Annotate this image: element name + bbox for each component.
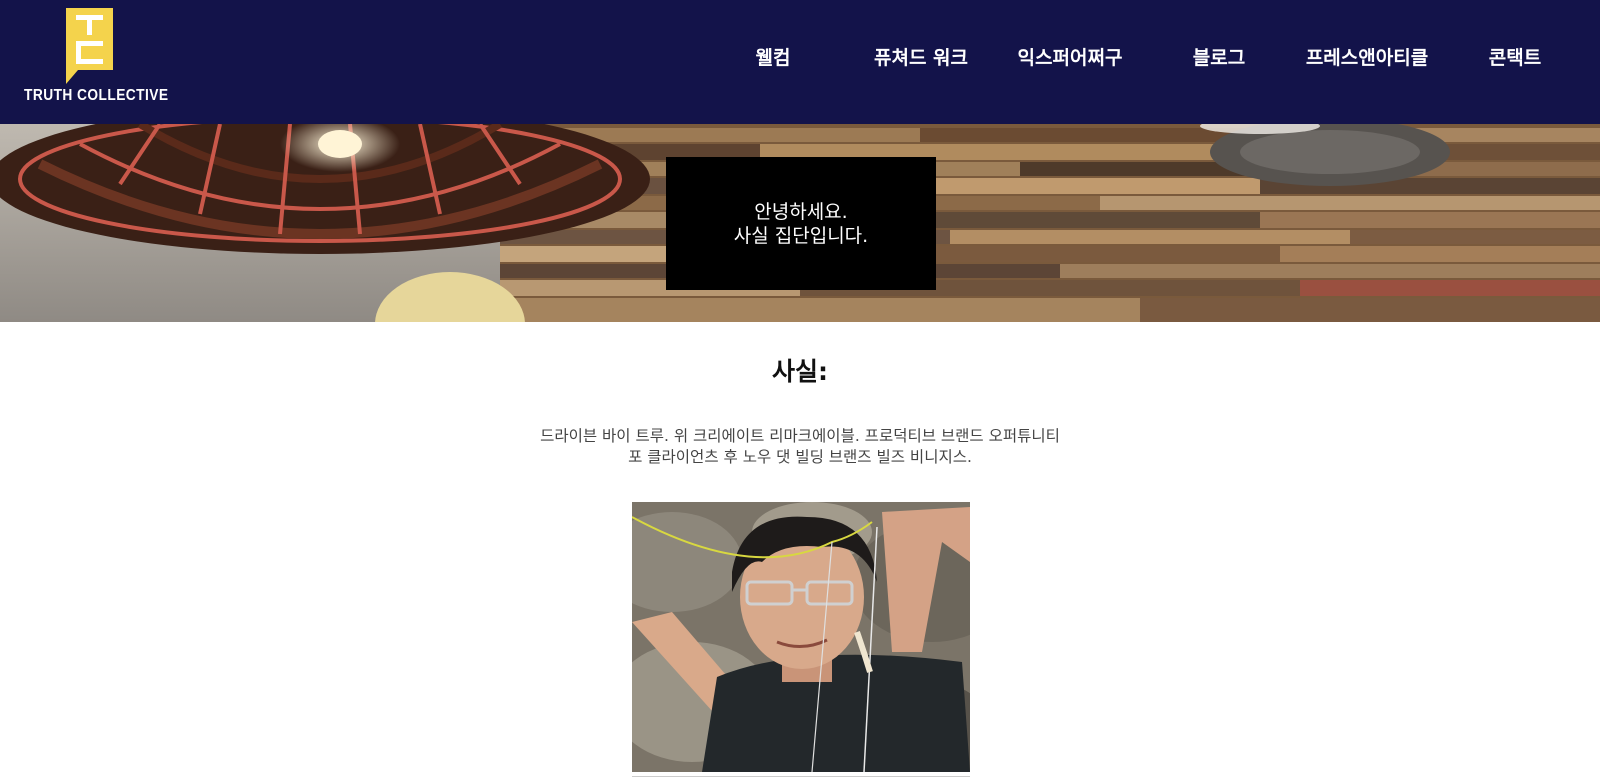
hero-greeting-line-1: 안녕하세요. (754, 200, 848, 223)
description-line-1: 드라이븐 바이 트루. 위 크리에이트 리마크에이블. 프로덕티브 브랜드 오퍼… (540, 427, 1060, 445)
hero-greeting-box: 안녕하세요. 사실 집단입니다. (666, 157, 936, 290)
main-nav: 웰컴 퓨쳐드 워크 익스퍼어쩌구 블로그 프레스앤아티클 콘택트 (0, 40, 1600, 76)
section-title: 사실: (772, 357, 828, 386)
hero-banner: 안녕하세요. 사실 집단입니다. (0, 124, 1600, 322)
description-line-2: 포 클라이언츠 후 노우 댓 빌딩 브랜즈 빌즈 비니지스. (628, 448, 972, 466)
photo-divider (632, 776, 970, 777)
nav-item-expertise[interactable]: 익스퍼어쩌구 (1012, 40, 1128, 76)
site-header: TRUTH COLLECTIVE 웰컴 퓨쳐드 워크 익스퍼어쩌구 블로그 프레… (0, 0, 1600, 124)
nav-item-welcome[interactable]: 웰컴 (745, 40, 801, 76)
nav-item-contact[interactable]: 콘택트 (1485, 40, 1545, 76)
hero-greeting-line-2: 사실 집단입니다. (733, 224, 869, 247)
section-description: 드라이븐 바이 트루. 위 크리에이트 리마크에이블. 프로덕티브 브랜드 오퍼… (0, 426, 1600, 468)
nav-item-press-articles[interactable]: 프레스앤아티클 (1302, 40, 1432, 76)
nav-item-featured-work[interactable]: 퓨쳐드 워크 (868, 40, 974, 76)
profile-photo (632, 502, 970, 772)
brand-name: TRUTH COLLECTIVE (24, 87, 169, 104)
nav-item-blog[interactable]: 블로그 (1188, 40, 1250, 76)
